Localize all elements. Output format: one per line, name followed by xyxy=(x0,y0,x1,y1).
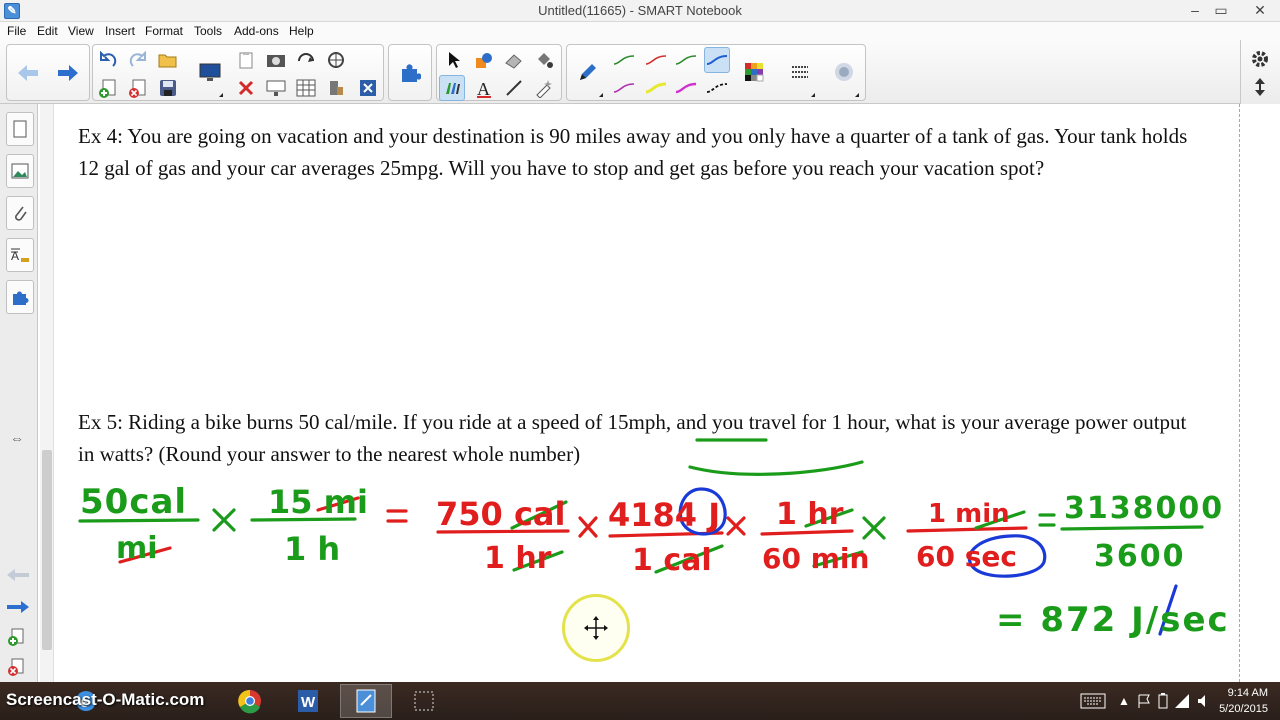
svg-text:W: W xyxy=(301,694,316,711)
term2-denominator: 1 h xyxy=(284,530,340,568)
move-cursor-icon xyxy=(584,616,608,640)
final-answer: = 872 J/sec xyxy=(996,600,1230,640)
term2-numerator: 15 mi xyxy=(268,483,368,521)
times-sign-1 xyxy=(212,508,236,532)
clock-date[interactable]: 5/20/2015 xyxy=(1219,703,1268,715)
term5-numerator: 1 hr xyxy=(776,497,844,532)
times-sign-2 xyxy=(578,516,598,538)
times-sign-3 xyxy=(726,516,746,536)
taskbar-chrome-icon[interactable] xyxy=(224,684,276,718)
term5-denominator: 60 min xyxy=(762,542,869,575)
result-denominator: 3600 xyxy=(1094,539,1186,574)
equals-1 xyxy=(386,509,408,523)
term3-denominator: 1 hr xyxy=(484,541,552,576)
battery-icon[interactable] xyxy=(1156,693,1170,714)
smart-notebook-window: ✎ Untitled(11665) - SMART Notebook – ▭ ✕… xyxy=(0,0,1280,720)
underline-whole-number xyxy=(688,460,864,476)
equals-2 xyxy=(1038,513,1056,527)
fraction-bar-7 xyxy=(1060,525,1204,531)
term6-denominator: 60 sec xyxy=(916,540,1017,573)
term3-numerator: 750 cal xyxy=(436,495,565,533)
recorder-watermark: Screencast-O-Matic.com xyxy=(6,690,205,709)
taskbar-smart-notebook-icon[interactable] xyxy=(340,684,392,718)
taskbar-snipping-icon[interactable] xyxy=(398,684,450,718)
keyboard-icon[interactable] xyxy=(1080,693,1106,714)
result-numerator: 3138000 xyxy=(1064,491,1224,526)
times-sign-4 xyxy=(862,516,886,540)
term6-numerator: 1 min xyxy=(928,499,1010,529)
term1-denominator: mi xyxy=(116,531,158,566)
handwriting-layer: 50cal mi 15 mi 1 h 750 cal 1 hr 4184 J 1… xyxy=(78,438,1230,640)
network-icon[interactable] xyxy=(1174,693,1190,714)
term1-numerator: 50cal xyxy=(80,482,187,522)
taskbar-word-icon[interactable]: W xyxy=(282,684,334,718)
tray-expand-icon[interactable]: ▲ xyxy=(1118,694,1130,708)
term4-denominator: 1 cal xyxy=(632,543,712,578)
term4-numerator: 4184 J xyxy=(608,496,720,534)
volume-icon[interactable] xyxy=(1196,693,1212,714)
cursor-highlight xyxy=(562,594,630,662)
tray-flag-icon[interactable] xyxy=(1136,693,1152,714)
clock-time[interactable]: 9:14 AM xyxy=(1228,687,1268,699)
